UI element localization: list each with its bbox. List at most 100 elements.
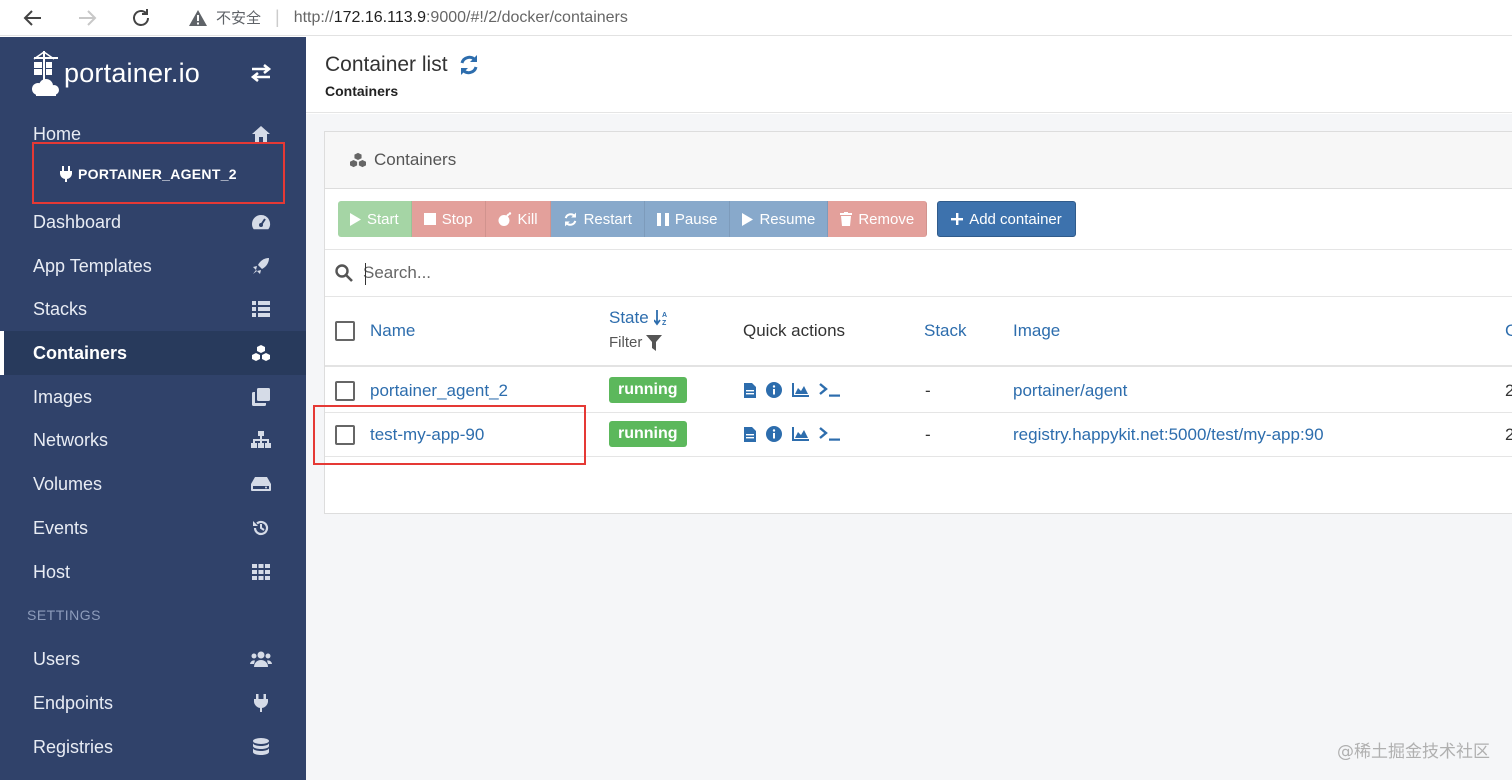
info-circle-icon[interactable] <box>766 426 782 442</box>
row-highlight-box <box>313 405 586 465</box>
portainer-logo-icon <box>32 51 59 96</box>
widget-header: Containers <box>325 132 1512 189</box>
resume-label: Resume <box>759 210 816 228</box>
sidebar-item-registries[interactable]: Registries <box>0 725 306 769</box>
add-container-button[interactable]: Add container <box>937 201 1076 237</box>
address-bar[interactable]: http://172.16.113.9:9000/#!/2/docker/con… <box>294 9 628 27</box>
terminal-icon[interactable] <box>819 427 841 441</box>
row-checkbox[interactable] <box>335 381 355 401</box>
sitemap-icon <box>250 429 272 451</box>
file-icon[interactable] <box>744 426 756 442</box>
file-icon[interactable] <box>744 382 756 398</box>
refresh-icon <box>564 212 576 226</box>
sidebar-item-dashboard[interactable]: Dashboard <box>0 200 306 244</box>
trash-icon <box>840 212 853 226</box>
text-caret <box>365 263 366 285</box>
sidebar-item-app-templates[interactable]: App Templates <box>0 244 306 288</box>
pause-icon <box>656 212 669 226</box>
clone-icon <box>250 386 272 408</box>
kill-label: Kill <box>517 210 538 228</box>
url-host: 172.16.113.9 <box>333 8 426 26</box>
reload-button[interactable] <box>130 7 152 29</box>
pause-button[interactable]: Pause <box>644 201 731 237</box>
sidebar-item-events[interactable]: Events <box>0 506 306 550</box>
search-input[interactable] <box>363 263 863 283</box>
column-stack[interactable]: Stack <box>924 321 967 341</box>
state-filter[interactable]: Filter <box>609 334 663 351</box>
browser-toolbar: 不安全 | http://172.16.113.9:9000/#!/2/dock… <box>0 0 1512 36</box>
breadcrumb: Containers <box>325 83 399 99</box>
stop-button[interactable]: Stop <box>411 201 486 237</box>
terminal-icon[interactable] <box>819 383 841 397</box>
quick-actions <box>744 382 841 398</box>
sidebar-item-containers[interactable]: Containers <box>0 331 306 375</box>
image-link[interactable]: registry.happykit.net:5000/test/my-app:9… <box>1013 425 1324 445</box>
settings-section-title: SETTINGS <box>27 607 102 623</box>
filter-icon <box>646 334 663 351</box>
svg-text:Z: Z <box>662 320 667 326</box>
area-chart-icon[interactable] <box>792 383 809 397</box>
endpoint-label: PORTAINER_AGENT_2 <box>78 166 237 182</box>
stop-icon <box>423 213 436 225</box>
column-next[interactable]: C <box>1505 321 1512 341</box>
sidebar-item-users[interactable]: Users <box>0 637 306 681</box>
sidebar-endpoint[interactable]: PORTAINER_AGENT_2 <box>60 166 237 182</box>
rocket-icon <box>250 255 272 277</box>
arrow-right-icon <box>79 9 97 26</box>
next-column-value: 2 <box>1505 381 1512 400</box>
th-icon <box>250 561 272 583</box>
arrow-left-icon <box>23 9 41 26</box>
stack-value: - <box>925 425 931 444</box>
column-state[interactable]: State AZ <box>609 308 670 328</box>
exchange-icon <box>250 63 272 83</box>
sidebar-item-host[interactable]: Host <box>0 550 306 594</box>
brand-logo[interactable]: portainer.io <box>30 49 200 97</box>
column-image[interactable]: Image <box>1013 321 1060 341</box>
cubes-icon <box>250 342 272 364</box>
refresh-icon[interactable] <box>458 54 480 76</box>
history-icon <box>250 517 272 539</box>
bomb-icon <box>498 212 511 226</box>
sidebar-item-images[interactable]: Images <box>0 375 306 419</box>
play-icon <box>742 212 754 226</box>
endpoint-switch-button[interactable] <box>250 63 272 88</box>
search-icon <box>335 264 353 282</box>
users-icon <box>250 648 272 670</box>
start-label: Start <box>367 210 399 228</box>
state-filter-label: Filter <box>609 334 643 351</box>
add-container-label: Add container <box>969 210 1062 228</box>
column-quick-actions: Quick actions <box>743 321 846 340</box>
plus-icon <box>951 213 964 225</box>
stack-value: - <box>925 381 931 400</box>
status-badge: running <box>609 421 687 447</box>
page-header: Container list Containers <box>306 37 1512 113</box>
resume-button[interactable]: Resume <box>730 201 829 237</box>
sidebar-item-endpoints[interactable]: Endpoints <box>0 681 306 725</box>
back-button[interactable] <box>22 7 44 29</box>
warning-icon <box>189 9 207 26</box>
url-prefix: http:// <box>293 8 334 26</box>
container-name-link[interactable]: portainer_agent_2 <box>370 381 508 401</box>
plug-icon <box>250 692 272 714</box>
column-name[interactable]: Name <box>370 321 415 341</box>
svg-text:A: A <box>662 312 667 319</box>
hdd-icon <box>250 473 272 495</box>
page-title: Container list <box>325 53 480 77</box>
restart-button[interactable]: Restart <box>550 201 645 237</box>
url-suffix: :9000/#!/2/docker/containers <box>425 8 628 26</box>
sidebar-item-networks[interactable]: Networks <box>0 418 306 462</box>
kill-button[interactable]: Kill <box>485 201 551 237</box>
play-icon <box>350 212 361 226</box>
info-circle-icon[interactable] <box>766 382 782 398</box>
database-icon <box>250 736 272 758</box>
select-all-checkbox[interactable] <box>335 321 355 341</box>
remove-button[interactable]: Remove <box>828 201 928 237</box>
sidebar-item-volumes[interactable]: Volumes <box>0 462 306 506</box>
image-link[interactable]: portainer/agent <box>1013 381 1127 401</box>
start-button[interactable]: Start <box>338 201 412 237</box>
sidebar-item-stacks[interactable]: Stacks <box>0 287 306 331</box>
forward-button[interactable] <box>76 7 98 29</box>
area-chart-icon[interactable] <box>792 427 809 441</box>
sidebar: portainer.io Home PORTAINER_AGENT_2 Dash… <box>0 37 306 780</box>
security-indicator[interactable]: 不安全 <box>188 7 261 28</box>
